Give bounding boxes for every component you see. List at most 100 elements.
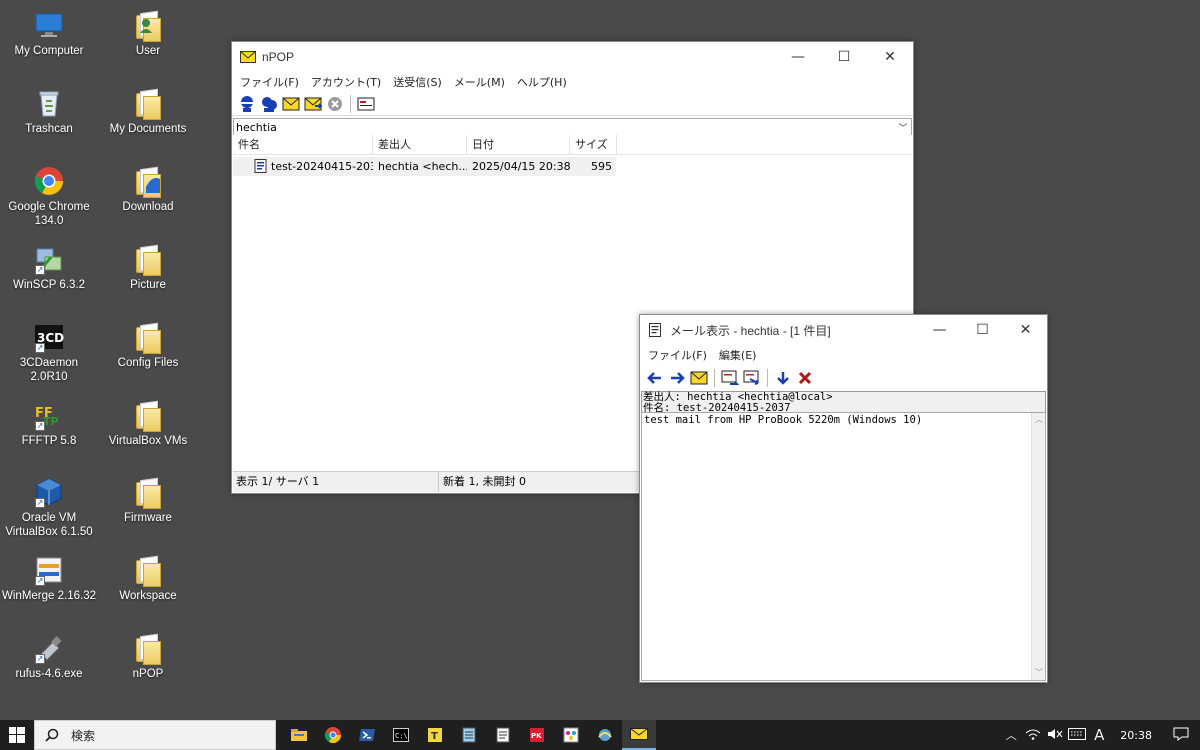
- desktop-icon-winmerge[interactable]: ↗ WinMerge 2.16.32: [1, 550, 97, 622]
- folder-icon: [132, 87, 164, 120]
- winmerge-icon: ↗: [33, 554, 65, 586]
- close-button[interactable]: ✕: [1004, 315, 1047, 345]
- file-explorer-icon: [291, 729, 307, 741]
- desktop-icon-my-computer[interactable]: My Computer: [1, 5, 97, 77]
- column-date[interactable]: 日付: [467, 135, 570, 154]
- maximize-button[interactable]: ☐: [821, 42, 867, 72]
- unread-mail-icon: [254, 159, 267, 173]
- desktop-icon-picture[interactable]: Picture: [100, 239, 196, 311]
- taskbar-notepad[interactable]: [452, 720, 486, 750]
- mailview-toolbar: [640, 365, 1047, 391]
- paint-icon: [563, 727, 579, 743]
- volume-muted-icon[interactable]: [1044, 728, 1066, 743]
- receive-button[interactable]: [236, 94, 258, 114]
- ffftp-icon: FF TP ↗: [35, 406, 59, 431]
- taskbar-npop[interactable]: [622, 720, 656, 750]
- menu-send-receive[interactable]: 送受信(S): [387, 74, 448, 90]
- folder-icon: [132, 476, 164, 509]
- table-row[interactable]: test-20240415-2037 hechtia <hech... 2025…: [233, 157, 616, 176]
- desktop-icon-workspace[interactable]: Workspace: [100, 550, 196, 622]
- account-select[interactable]: hechtia ﹀: [233, 118, 912, 136]
- desktop-icon-3cdaemon[interactable]: 3CD ↗ 3CDaemon 2.0R10: [1, 317, 97, 389]
- receive-all-button[interactable]: [258, 94, 280, 114]
- taskbar-paint[interactable]: [554, 720, 588, 750]
- ime-indicator[interactable]: A: [1088, 726, 1110, 744]
- desktop-icon-config-files[interactable]: Config Files: [100, 317, 196, 389]
- taskbar-app-globe[interactable]: [588, 720, 622, 750]
- column-size[interactable]: サイズ: [570, 135, 617, 154]
- toolbar-separator: [714, 369, 715, 387]
- system-tray: ︿ A 20:38: [1000, 720, 1200, 750]
- desktop-icon-my-documents[interactable]: My Documents: [100, 83, 196, 155]
- desktop-icon-download[interactable]: Download: [100, 161, 196, 233]
- taskbar-pk-app[interactable]: PK: [520, 720, 554, 750]
- menu-file[interactable]: ファイル(F): [642, 347, 713, 363]
- start-button[interactable]: [0, 720, 34, 750]
- svg-text:TP: TP: [43, 415, 59, 428]
- mailview-menubar: ファイル(F) 編集(E): [640, 345, 1047, 365]
- menu-edit[interactable]: 編集(E): [713, 347, 763, 363]
- taskbar-cmd[interactable]: C:\: [384, 720, 418, 750]
- scroll-up-icon[interactable]: ︿: [1032, 413, 1046, 427]
- taskbar-clock[interactable]: 20:38: [1110, 729, 1162, 742]
- desktop-icon-virtualbox[interactable]: ↗ Oracle VM VirtualBox 6.1.50: [1, 472, 97, 544]
- minimize-button[interactable]: —: [775, 42, 821, 72]
- desktop-icon-ffftp[interactable]: FF TP ↗ FFFTP 5.8: [1, 395, 97, 467]
- column-subject[interactable]: 件名: [233, 135, 373, 154]
- taskbar-powershell[interactable]: [350, 720, 384, 750]
- send-button[interactable]: [280, 94, 302, 114]
- delete-mark-button[interactable]: [794, 368, 816, 388]
- vertical-scrollbar[interactable]: ︿ ﹀: [1031, 413, 1045, 680]
- reply-button[interactable]: [719, 368, 741, 388]
- svg-text:T: T: [431, 731, 438, 742]
- computer-icon: [33, 9, 65, 41]
- taskbar: 検索 C:\ T PK ︿ A 20:38: [0, 720, 1200, 750]
- desktop-icon-label: nPOP: [132, 668, 164, 680]
- send-all-button[interactable]: [302, 94, 324, 114]
- new-mail-button[interactable]: [355, 94, 377, 114]
- desktop-icon-npop[interactable]: nPOP: [100, 628, 196, 700]
- row-subject-text: test-20240415-2037: [271, 160, 373, 173]
- arrow-right-icon: [671, 372, 685, 384]
- desktop-icon-label: Trashcan: [25, 123, 73, 135]
- column-from[interactable]: 差出人: [373, 135, 467, 154]
- taskbar-chrome[interactable]: [316, 720, 350, 750]
- download-mark-button[interactable]: [772, 368, 794, 388]
- keyboard-icon[interactable]: [1066, 727, 1088, 743]
- menu-file[interactable]: ファイル(F): [234, 74, 305, 90]
- chevron-up-icon[interactable]: ︿: [1000, 727, 1022, 743]
- desktop-icon-label: Download: [122, 201, 174, 213]
- command-prompt-icon: C:\: [393, 728, 409, 742]
- menu-account[interactable]: アカウント(T): [305, 74, 387, 90]
- taskbar-app-yellow[interactable]: T: [418, 720, 452, 750]
- status-display-count: 表示 1/ サーバ 1: [233, 472, 439, 492]
- desktop-icon-winscp[interactable]: ↗ WinSCP 6.3.2: [1, 239, 97, 311]
- notification-icon[interactable]: [1162, 727, 1200, 744]
- npop-titlebar[interactable]: nPOP — ☐ ✕: [232, 42, 913, 72]
- desktop-icon-virtualbox-vms[interactable]: VirtualBox VMs: [100, 395, 196, 467]
- mail-body-area[interactable]: test mail from HP ProBook 5220m (Windows…: [641, 412, 1046, 681]
- desktop-icon-user[interactable]: User: [100, 5, 196, 77]
- forward-button[interactable]: [741, 368, 763, 388]
- taskbar-search[interactable]: 検索: [34, 720, 276, 750]
- menu-help[interactable]: ヘルプ(H): [511, 74, 573, 90]
- next-mail-button[interactable]: [666, 368, 688, 388]
- taskbar-explorer[interactable]: [282, 720, 316, 750]
- next-unread-button[interactable]: [688, 368, 710, 388]
- scroll-down-icon[interactable]: ﹀: [1032, 666, 1046, 680]
- desktop-icon-trashcan[interactable]: Trashcan: [1, 83, 97, 155]
- close-button[interactable]: ✕: [867, 42, 913, 72]
- mailview-titlebar[interactable]: メール表示 - hechtia - [1 件目] — ☐ ✕: [640, 315, 1047, 345]
- stop-button[interactable]: [324, 94, 346, 114]
- menu-mail[interactable]: メール(M): [448, 74, 511, 90]
- desktop-icon-rufus[interactable]: ↗ rufus-4.6.exe: [1, 628, 97, 700]
- maximize-button[interactable]: ☐: [961, 315, 1004, 345]
- receive-all-icon: [262, 96, 277, 112]
- desktop-icon-firmware[interactable]: Firmware: [100, 472, 196, 544]
- desktop-icon-chrome[interactable]: Google Chrome 134.0: [1, 161, 97, 233]
- wifi-icon[interactable]: [1022, 728, 1044, 743]
- send-all-icon: [304, 97, 322, 110]
- taskbar-document[interactable]: [486, 720, 520, 750]
- previous-mail-button[interactable]: [644, 368, 666, 388]
- minimize-button[interactable]: —: [918, 315, 961, 345]
